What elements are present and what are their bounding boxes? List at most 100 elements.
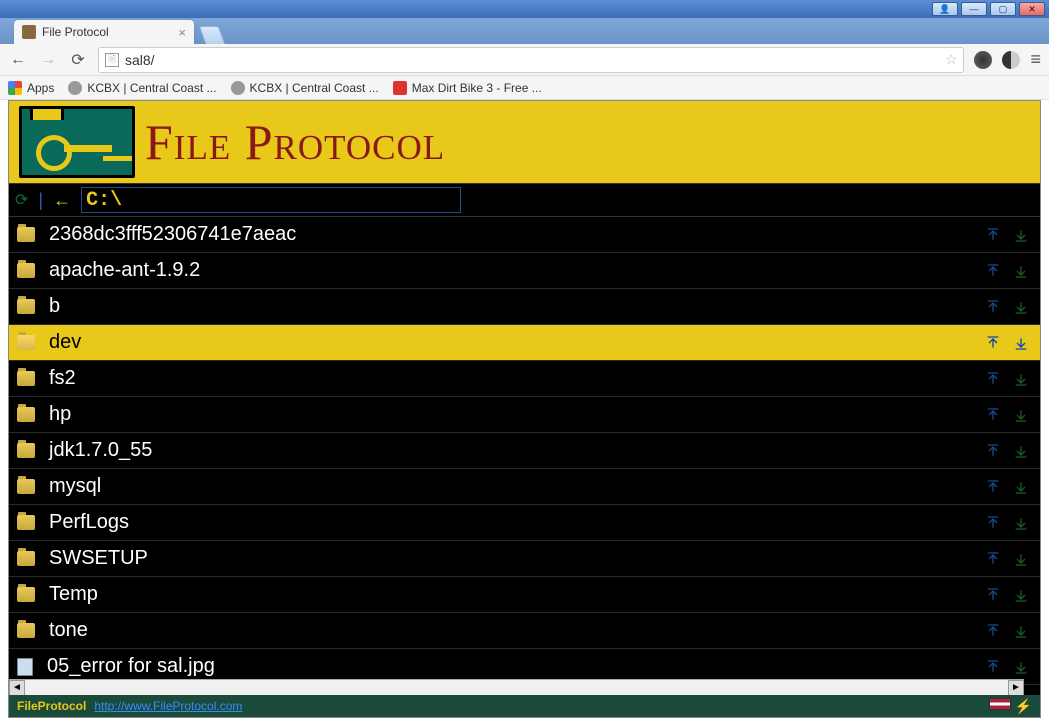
tab-close-icon[interactable]: ×	[178, 25, 186, 40]
apps-button[interactable]: Apps	[8, 81, 54, 95]
upload-icon[interactable]	[984, 406, 1002, 424]
chrome-menu-icon[interactable]: ≡	[1030, 49, 1041, 70]
download-icon[interactable]	[1012, 298, 1030, 316]
download-icon[interactable]	[1012, 586, 1030, 604]
file-name: tone	[49, 619, 984, 642]
row-actions	[984, 478, 1040, 496]
bookmark-star-icon[interactable]: ☆	[945, 51, 958, 68]
upload-icon[interactable]	[984, 226, 1002, 244]
file-name: apache-ant-1.9.2	[49, 259, 984, 282]
upload-icon[interactable]	[984, 442, 1002, 460]
upload-icon[interactable]	[984, 622, 1002, 640]
status-bar: FileProtocol http://www.FileProtocol.com…	[9, 695, 1040, 717]
folder-icon	[17, 515, 35, 530]
apps-icon	[8, 81, 22, 95]
tab-favicon	[22, 25, 36, 39]
maximize-button[interactable]: ▢	[990, 2, 1016, 16]
upload-icon[interactable]	[984, 298, 1002, 316]
upload-icon[interactable]	[984, 370, 1002, 388]
download-icon[interactable]	[1012, 550, 1030, 568]
path-toolbar: ⟳ | ←	[9, 183, 1040, 217]
row-actions	[984, 550, 1040, 568]
row-actions	[984, 586, 1040, 604]
folder-icon	[17, 551, 35, 566]
folder-row[interactable]: mysql	[9, 469, 1040, 505]
file-name: fs2	[49, 367, 984, 390]
page-icon: 🗎	[105, 53, 119, 67]
file-name: 05_error for sal.jpg	[47, 655, 984, 678]
back-button[interactable]: ←	[8, 50, 28, 70]
new-tab-button[interactable]	[199, 26, 226, 44]
reload-button[interactable]: ⟳	[68, 50, 88, 70]
upload-icon[interactable]	[984, 658, 1002, 676]
folder-row[interactable]: tone	[9, 613, 1040, 649]
bookmark-item[interactable]: KCBX | Central Coast ...	[68, 81, 216, 95]
bookmark-label: KCBX | Central Coast ...	[250, 81, 379, 95]
app-title: File Protocol	[145, 113, 445, 171]
refresh-icon[interactable]: ⟳	[15, 190, 28, 210]
download-icon[interactable]	[1012, 658, 1030, 676]
user-button[interactable]: 👤	[932, 2, 958, 16]
path-input[interactable]	[81, 187, 461, 213]
browser-tab[interactable]: File Protocol ×	[14, 20, 194, 44]
upload-icon[interactable]	[984, 262, 1002, 280]
horizontal-scrollbar[interactable]: ◄ ►	[9, 679, 1024, 695]
folder-row[interactable]: fs2	[9, 361, 1040, 397]
folder-row[interactable]: apache-ant-1.9.2	[9, 253, 1040, 289]
scroll-left-button[interactable]: ◄	[9, 680, 25, 696]
download-icon[interactable]	[1012, 370, 1030, 388]
scroll-right-button[interactable]: ►	[1008, 680, 1024, 696]
close-button[interactable]: ✕	[1019, 2, 1045, 16]
file-list[interactable]: 2368dc3fff52306741e7aeac apache-ant-1.9.2…	[9, 217, 1040, 695]
window-titlebar: 👤 — ▢ ✕	[0, 0, 1049, 18]
folder-row[interactable]: jdk1.7.0_55	[9, 433, 1040, 469]
download-icon[interactable]	[1012, 226, 1030, 244]
bookmark-item[interactable]: KCBX | Central Coast ...	[231, 81, 379, 95]
folder-row[interactable]: Temp	[9, 577, 1040, 613]
row-actions	[984, 658, 1040, 676]
bookmark-favicon	[68, 81, 82, 95]
download-icon[interactable]	[1012, 622, 1030, 640]
download-icon[interactable]	[1012, 406, 1030, 424]
status-app-name: FileProtocol	[17, 699, 86, 713]
upload-icon[interactable]	[984, 478, 1002, 496]
file-icon	[17, 658, 33, 676]
folder-icon	[17, 623, 35, 638]
path-back-icon[interactable]: ←	[53, 190, 71, 211]
row-actions	[984, 370, 1040, 388]
minimize-button[interactable]: —	[961, 2, 987, 16]
download-icon[interactable]	[1012, 478, 1030, 496]
folder-icon	[17, 587, 35, 602]
file-name: dev	[49, 331, 984, 354]
bookmark-item[interactable]: Max Dirt Bike 3 - Free ...	[393, 81, 542, 95]
extension-icon-1[interactable]	[974, 51, 992, 69]
upload-icon[interactable]	[984, 586, 1002, 604]
file-name: jdk1.7.0_55	[49, 439, 984, 462]
folder-row[interactable]: PerfLogs	[9, 505, 1040, 541]
file-name: hp	[49, 403, 984, 426]
folder-icon	[17, 263, 35, 278]
folder-row[interactable]: SWSETUP	[9, 541, 1040, 577]
bookmark-label: KCBX | Central Coast ...	[87, 81, 216, 95]
upload-icon[interactable]	[984, 550, 1002, 568]
folder-icon	[17, 479, 35, 494]
download-icon[interactable]	[1012, 514, 1030, 532]
folder-row[interactable]: dev	[9, 325, 1040, 361]
folder-row[interactable]: 2368dc3fff52306741e7aeac	[9, 217, 1040, 253]
file-name: mysql	[49, 475, 984, 498]
address-bar[interactable]: 🗎 sal8/ ☆	[98, 47, 964, 73]
folder-row[interactable]: hp	[9, 397, 1040, 433]
folder-row[interactable]: b	[9, 289, 1040, 325]
app-logo	[19, 106, 135, 178]
row-actions	[984, 442, 1040, 460]
status-link[interactable]: http://www.FileProtocol.com	[94, 699, 242, 713]
extension-icon-2[interactable]	[1002, 51, 1020, 69]
separator: |	[38, 190, 43, 211]
forward-button[interactable]: →	[38, 50, 58, 70]
upload-icon[interactable]	[984, 514, 1002, 532]
download-icon[interactable]	[1012, 262, 1030, 280]
upload-icon[interactable]	[984, 334, 1002, 352]
file-name: b	[49, 295, 984, 318]
download-icon[interactable]	[1012, 334, 1030, 352]
download-icon[interactable]	[1012, 442, 1030, 460]
